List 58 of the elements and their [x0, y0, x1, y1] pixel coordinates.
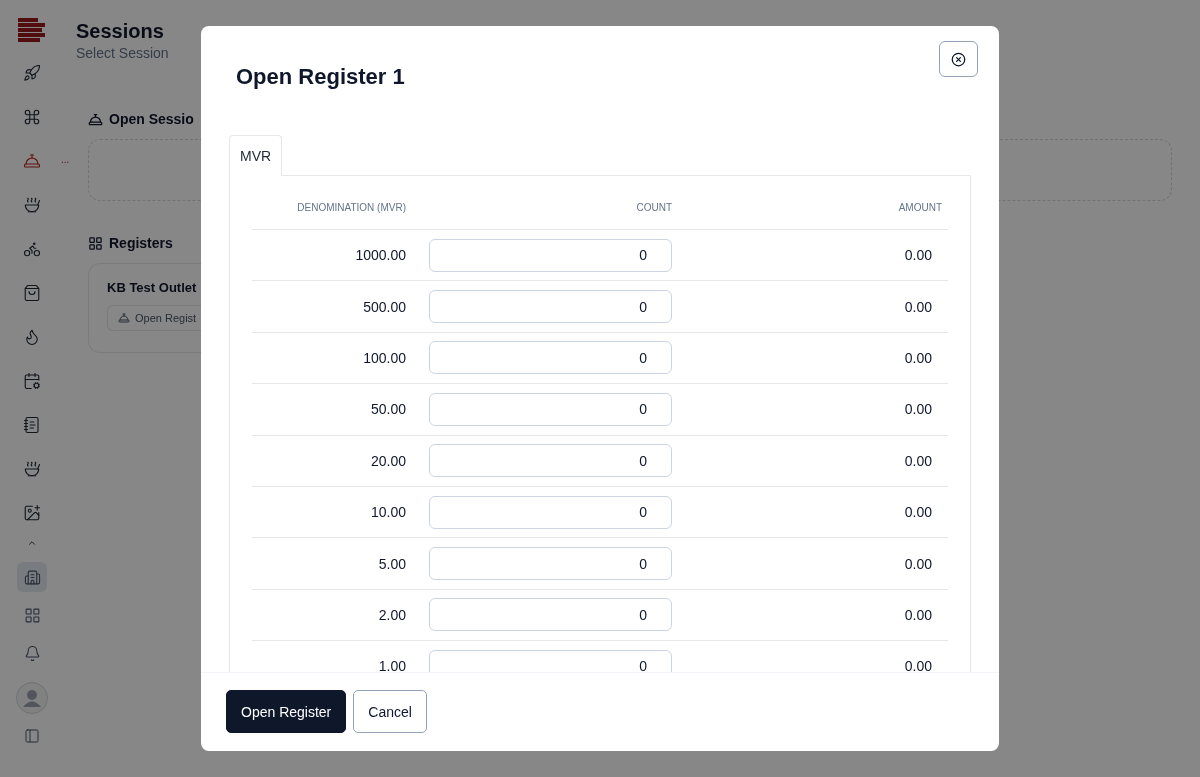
count-input[interactable]: 0	[429, 444, 672, 478]
bell-icon	[23, 644, 41, 662]
more-label: ...	[61, 154, 70, 165]
amount-cell-text: 0.00	[903, 298, 933, 315]
amount-cell-text: 0.00	[903, 247, 933, 264]
count-input[interactable]: 0	[429, 238, 672, 272]
page-subtitle: Select Session	[76, 45, 169, 61]
section-heading: Open Sessio	[109, 111, 194, 127]
close-icon	[951, 51, 966, 67]
count-input[interactable]: 0	[429, 290, 672, 324]
notebook-icon	[23, 416, 41, 434]
building-icon	[23, 568, 41, 586]
dialog-title: Open Register 1	[236, 64, 406, 91]
page-title: Sessions	[76, 20, 164, 43]
grid-icon	[23, 606, 41, 624]
denomination-cell-text: 5.00	[377, 555, 406, 572]
amount-cell-text: 0.00	[903, 658, 933, 672]
amount-cell-text: 0.00	[903, 504, 933, 521]
column-header: COUNT	[635, 202, 672, 213]
denomination-cell-text: 10.00	[369, 504, 406, 521]
register-name: KB Test Outlet	[107, 280, 198, 295]
count-input[interactable]: 0	[429, 495, 672, 529]
amount-cell-text: 0.00	[903, 401, 933, 418]
amount-cell-text: 0.00	[903, 452, 933, 469]
caret-icon	[27, 538, 37, 548]
count-input[interactable]: 0	[429, 547, 672, 581]
amount-cell-text: 0.00	[903, 349, 933, 366]
flame-icon	[23, 328, 41, 346]
amount-cell-text: 0.00	[903, 555, 933, 572]
denomination-cell-text: 2.00	[377, 606, 406, 623]
count-input[interactable]: 0	[429, 649, 672, 672]
image-add-icon	[23, 504, 41, 522]
rocket-icon	[23, 64, 41, 82]
count-input[interactable]: 0	[429, 598, 672, 632]
denomination-cell-text: 1.00	[377, 658, 406, 672]
sidebar-item[interactable]	[17, 562, 47, 592]
open-register-button[interactable]: Open Register	[226, 690, 347, 733]
calendar-icon	[23, 372, 41, 390]
count-input[interactable]: 0	[429, 392, 672, 426]
column-header: DENOMINATION (MVR)	[296, 202, 406, 213]
close-button[interactable]	[939, 41, 978, 77]
amount-cell-text: 0.00	[903, 606, 933, 623]
currency-tab[interactable]: MVR	[229, 135, 283, 176]
logo-icon	[18, 18, 46, 42]
column-header: AMOUNT	[897, 202, 943, 213]
count-input[interactable]: 0	[429, 341, 672, 375]
denomination-cell-text: 50.00	[369, 401, 406, 418]
bowl-icon	[23, 460, 41, 478]
bicycle-icon	[23, 240, 41, 258]
section-heading: Registers	[109, 235, 173, 251]
command-icon	[23, 108, 41, 126]
bag-icon	[23, 284, 41, 302]
cancel-button[interactable]: Cancel	[353, 690, 427, 733]
denomination-cell-text: 500.00	[362, 298, 406, 315]
denomination-cell-text: 100.00	[362, 349, 406, 366]
denomination-cell-text: 1000.00	[354, 247, 406, 264]
panel-toggle-icon[interactable]	[24, 728, 40, 744]
denomination-cell-text: 20.00	[369, 452, 406, 469]
